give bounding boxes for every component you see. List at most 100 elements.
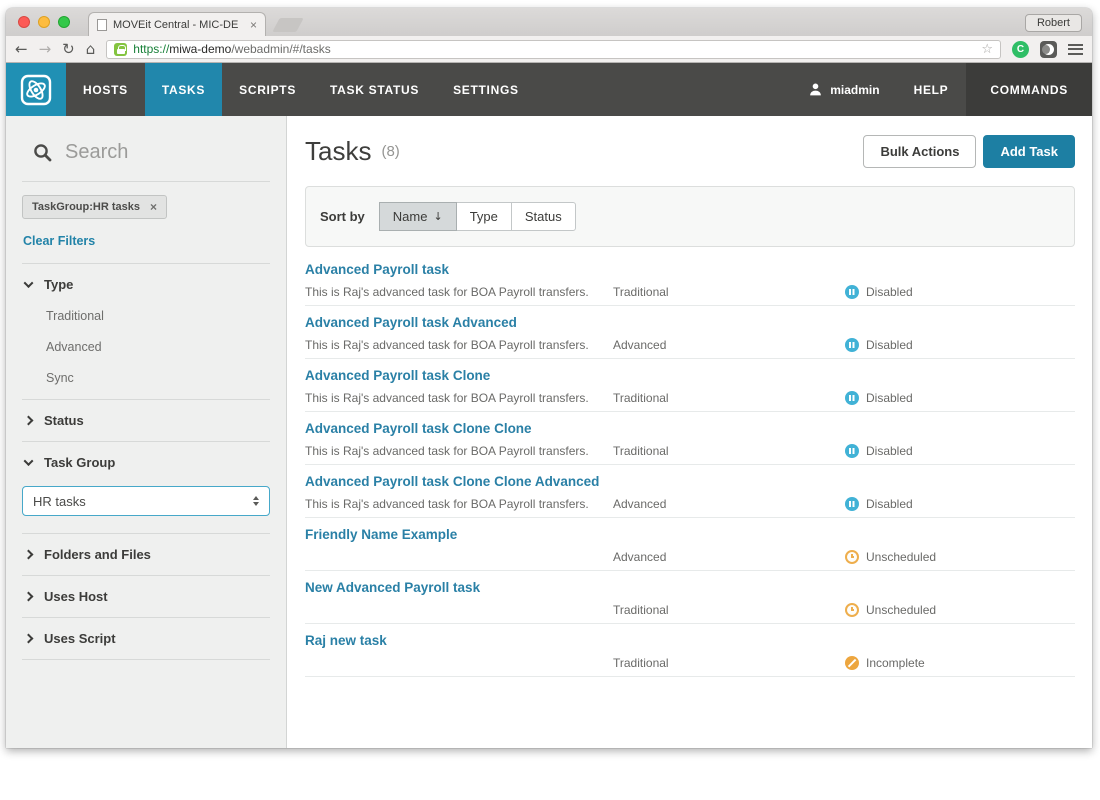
- nav-item[interactable]: SCRIPTS: [222, 63, 313, 116]
- type-options: Traditional Advanced Sync: [6, 305, 286, 399]
- extension-green-icon[interactable]: C: [1012, 41, 1029, 58]
- status-section-header[interactable]: Status: [6, 400, 286, 441]
- extension-dark-icon[interactable]: [1040, 41, 1057, 58]
- new-tab-button[interactable]: [272, 18, 303, 32]
- type-option[interactable]: Traditional: [46, 309, 286, 323]
- status-icon: [845, 391, 859, 405]
- task-list: Advanced Payroll task This is Raj's adva…: [305, 253, 1075, 677]
- task-status: Disabled: [845, 444, 1075, 458]
- forward-icon[interactable]: →: [39, 42, 52, 57]
- task-type: Advanced: [613, 497, 845, 511]
- nav-right: miadmin HELP COMMANDS: [792, 63, 1092, 116]
- task-status: Disabled: [845, 391, 1075, 405]
- task-type: Traditional: [613, 285, 845, 299]
- tab-favicon-icon: [97, 19, 107, 31]
- nav-item[interactable]: SETTINGS: [436, 63, 536, 116]
- status-label: Disabled: [866, 444, 913, 458]
- task-name-link[interactable]: Advanced Payroll task Clone Clone Advanc…: [305, 474, 1075, 489]
- task-row: Advanced Payroll task Clone Clone Advanc…: [305, 465, 1075, 518]
- task-group-select[interactable]: HR tasks: [22, 486, 270, 516]
- page-title: Tasks: [305, 136, 371, 167]
- commands-button[interactable]: COMMANDS: [966, 63, 1092, 116]
- sidebar: Search TaskGroup:HR tasks × Clear Filter…: [6, 116, 287, 748]
- task-name-link[interactable]: Advanced Payroll task Advanced: [305, 315, 1075, 330]
- status-label: Disabled: [866, 497, 913, 511]
- home-icon[interactable]: ⌂: [86, 42, 96, 57]
- folders-section-header[interactable]: Folders and Files: [6, 534, 286, 575]
- user-menu[interactable]: miadmin: [792, 63, 895, 116]
- task-type: Traditional: [613, 391, 845, 405]
- type-section-header[interactable]: Type: [6, 264, 286, 305]
- back-icon[interactable]: ←: [15, 42, 28, 57]
- status-icon: [845, 338, 859, 352]
- browser-tab[interactable]: MOVEit Central - MIC-DE ×: [88, 12, 266, 36]
- task-name-link[interactable]: New Advanced Payroll task: [305, 580, 1075, 595]
- profile-button[interactable]: Robert: [1025, 14, 1082, 32]
- task-description: This is Raj's advanced task for BOA Payr…: [305, 444, 613, 458]
- nav-menu: HOSTS TASKS SCRIPTS TASK STATUS SETTINGS: [66, 63, 536, 116]
- lock-icon[interactable]: [114, 43, 127, 56]
- app-navbar: HOSTS TASKS SCRIPTS TASK STATUS SETTINGS: [6, 63, 1092, 116]
- status-label: Disabled: [866, 338, 913, 352]
- nav-item[interactable]: TASKS: [145, 63, 222, 116]
- username: miadmin: [830, 83, 879, 97]
- nav-item[interactable]: TASK STATUS: [313, 63, 436, 116]
- task-description: This is Raj's advanced task for BOA Payr…: [305, 391, 613, 405]
- task-description: This is Raj's advanced task for BOA Payr…: [305, 497, 613, 511]
- task-status: Unscheduled: [845, 603, 1075, 617]
- filter-chip-label: TaskGroup:HR tasks: [32, 201, 140, 213]
- chevron-down-icon: [24, 456, 34, 466]
- help-link[interactable]: HELP: [896, 63, 967, 116]
- chevron-right-icon: [24, 550, 34, 560]
- browser-toolbar: ← → ↻ ⌂ https://miwa-demo/webadmin/#/tas…: [6, 36, 1092, 63]
- task-status: Incomplete: [845, 656, 1075, 670]
- task-name-link[interactable]: Advanced Payroll task: [305, 262, 1075, 277]
- address-bar[interactable]: https://miwa-demo/webadmin/#/tasks ☆: [106, 40, 1001, 59]
- sort-button[interactable]: Status: [511, 202, 576, 231]
- minimize-window-icon[interactable]: [38, 16, 50, 28]
- uses-script-section-header[interactable]: Uses Script: [6, 618, 286, 659]
- nav-item[interactable]: HOSTS: [66, 63, 145, 116]
- search-placeholder: Search: [65, 141, 128, 164]
- status-icon: [845, 603, 859, 617]
- app-logo[interactable]: [6, 63, 66, 116]
- clear-filters-link[interactable]: Clear Filters: [6, 219, 286, 263]
- task-name-link[interactable]: Advanced Payroll task Clone: [305, 368, 1075, 383]
- status-label: Unscheduled: [866, 550, 936, 564]
- task-name-link[interactable]: Advanced Payroll task Clone Clone: [305, 421, 1075, 436]
- menu-icon[interactable]: [1068, 44, 1083, 55]
- bookmark-star-icon[interactable]: ☆: [981, 42, 993, 57]
- type-option[interactable]: Sync: [46, 371, 286, 385]
- task-type: Advanced: [613, 338, 845, 352]
- tab-close-icon[interactable]: ×: [250, 19, 257, 31]
- filter-chip[interactable]: TaskGroup:HR tasks ×: [22, 195, 167, 219]
- search-input[interactable]: Search: [6, 116, 286, 181]
- bulk-actions-button[interactable]: Bulk Actions: [863, 135, 976, 168]
- type-option[interactable]: Advanced: [46, 340, 286, 354]
- task-row: Friendly Name Example Advanced Unschedul…: [305, 518, 1075, 571]
- sort-button[interactable]: Name ↓: [379, 202, 457, 231]
- add-task-button[interactable]: Add Task: [983, 135, 1075, 168]
- uses-host-section-header[interactable]: Uses Host: [6, 576, 286, 617]
- task-group-section-header[interactable]: Task Group: [6, 442, 286, 483]
- close-window-icon[interactable]: [18, 16, 30, 28]
- select-arrows-icon: [253, 496, 259, 507]
- task-name-link[interactable]: Raj new task: [305, 633, 1075, 648]
- task-status: Unscheduled: [845, 550, 1075, 564]
- task-type: Traditional: [613, 444, 845, 458]
- status-label: Disabled: [866, 391, 913, 405]
- reload-icon[interactable]: ↻: [62, 42, 75, 57]
- url-text[interactable]: https://miwa-demo/webadmin/#/tasks: [133, 42, 975, 56]
- divider: [22, 659, 270, 660]
- task-status: Disabled: [845, 285, 1075, 299]
- sort-direction-icon: ↓: [433, 210, 442, 223]
- sort-button[interactable]: Type: [456, 202, 512, 231]
- chevron-right-icon: [24, 416, 34, 426]
- active-filters: TaskGroup:HR tasks ×: [6, 182, 286, 219]
- status-icon: [845, 444, 859, 458]
- tab-title: MOVEit Central - MIC-DE: [113, 19, 244, 31]
- task-description: This is Raj's advanced task for BOA Payr…: [305, 338, 613, 352]
- chip-close-icon[interactable]: ×: [150, 201, 157, 213]
- task-name-link[interactable]: Friendly Name Example: [305, 527, 1075, 542]
- zoom-window-icon[interactable]: [58, 16, 70, 28]
